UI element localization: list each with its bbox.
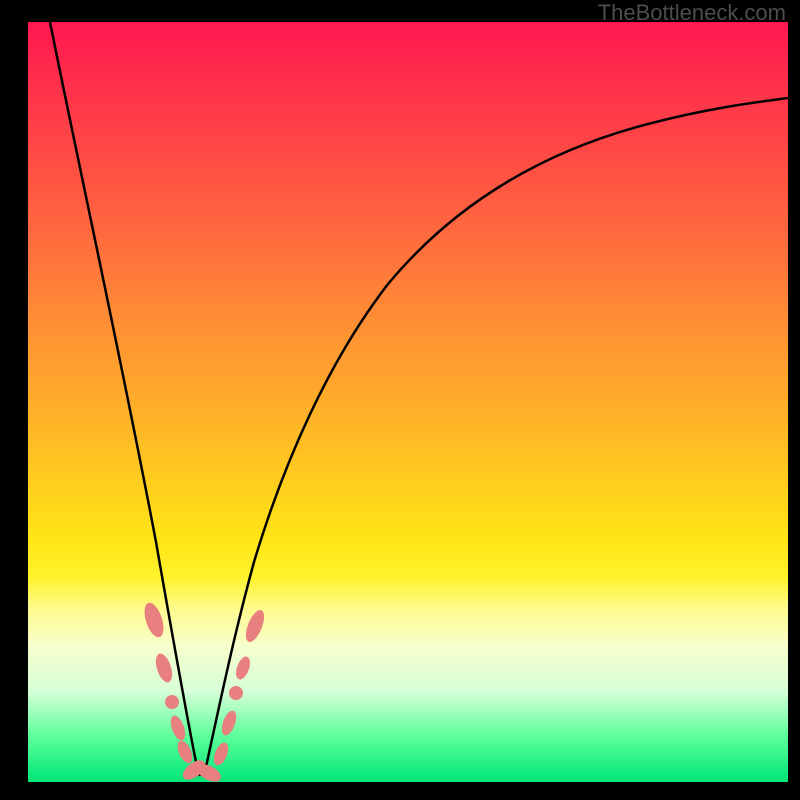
watermark-text: TheBottleneck.com <box>598 0 786 26</box>
curve-layer <box>28 22 788 782</box>
curve-left-branch <box>50 22 200 776</box>
bead <box>165 695 179 709</box>
bead <box>229 686 243 700</box>
curve-right-branch <box>204 98 788 776</box>
bead-cluster <box>141 600 268 782</box>
chart-frame: TheBottleneck.com <box>0 0 800 800</box>
bead <box>211 741 231 768</box>
bead <box>219 709 239 738</box>
bead <box>242 608 268 645</box>
bead <box>168 714 188 743</box>
bead <box>141 600 167 639</box>
plot-area <box>28 22 788 782</box>
bead <box>153 652 176 685</box>
bead <box>233 655 252 682</box>
